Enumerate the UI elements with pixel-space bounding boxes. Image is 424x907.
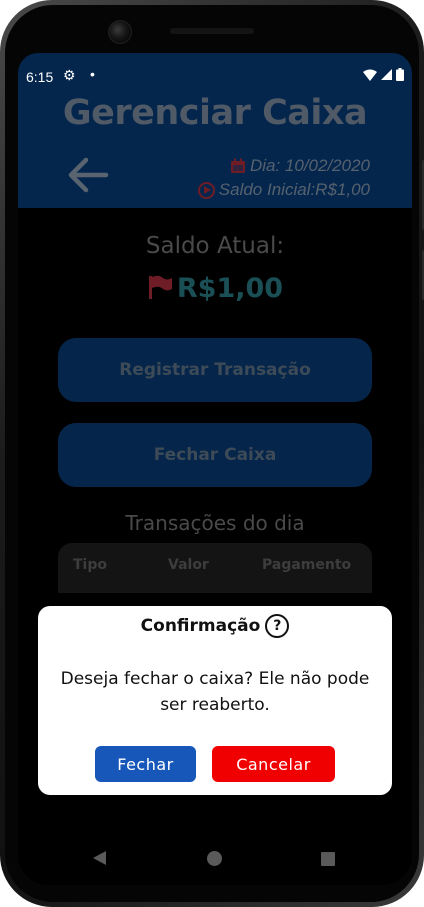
saldo-inicial-text: Saldo Inicial:R$1,00 — [218, 180, 370, 199]
system-nav-bar — [18, 841, 412, 875]
dialog-message: Deseja fechar o caixa? Ele não pode ser … — [60, 669, 370, 715]
signal-icon — [381, 69, 392, 80]
earpiece-speaker — [170, 28, 254, 34]
app-screen: Gerenciar Caixa Dia: 10/02/2020 Saldo In… — [18, 53, 412, 885]
battery-icon — [396, 68, 404, 81]
status-bar: 6:15 ⚙ • — [18, 53, 412, 97]
registrar-transacao-button[interactable]: Registrar Transação — [58, 338, 372, 402]
saldo-value-text: R$1,00 — [176, 273, 284, 304]
flag-icon — [148, 275, 172, 299]
transacoes-table-header: Tipo Valor Pagamento — [58, 543, 372, 593]
confirm-fechar-button[interactable]: Fechar — [95, 746, 196, 782]
page-title: Gerenciar Caixa — [62, 93, 368, 133]
settings-icon: ⚙ — [63, 67, 76, 83]
column-header-pagamento: Pagamento — [262, 557, 352, 573]
nav-home-icon[interactable] — [207, 851, 222, 866]
phone-frame: Gerenciar Caixa Dia: 10/02/2020 Saldo In… — [0, 0, 424, 907]
play-circle-icon — [197, 181, 215, 199]
saldo-atual-value: R$1,00 — [18, 273, 412, 304]
transacoes-title: Transações do dia — [125, 511, 305, 535]
nav-back-icon[interactable] — [93, 851, 106, 865]
front-camera — [108, 20, 132, 44]
column-header-valor: Valor — [168, 557, 209, 573]
dialog-title-row: Confirmação ? — [38, 614, 392, 638]
wifi-icon — [363, 69, 377, 81]
help-icon[interactable]: ? — [265, 614, 290, 638]
date-text: Dia: 10/02/2020 — [249, 156, 370, 175]
status-time: 6:15 — [26, 69, 54, 85]
cancel-button[interactable]: Cancelar — [212, 746, 335, 782]
nav-recents-icon[interactable] — [321, 852, 335, 866]
saldo-atual-label: Saldo Atual: — [145, 233, 285, 259]
column-header-tipo: Tipo — [73, 557, 107, 573]
dot-icon: • — [90, 66, 95, 82]
back-arrow-icon[interactable] — [66, 155, 110, 195]
dialog-title: Confirmação — [140, 616, 261, 636]
confirmation-dialog: Confirmação ? Deseja fechar o caixa? Ele… — [38, 606, 392, 795]
fechar-caixa-button[interactable]: Fechar Caixa — [58, 423, 372, 487]
calendar-icon — [230, 158, 245, 173]
header-info: Dia: 10/02/2020 Saldo Inicial:R$1,00 — [197, 154, 370, 202]
